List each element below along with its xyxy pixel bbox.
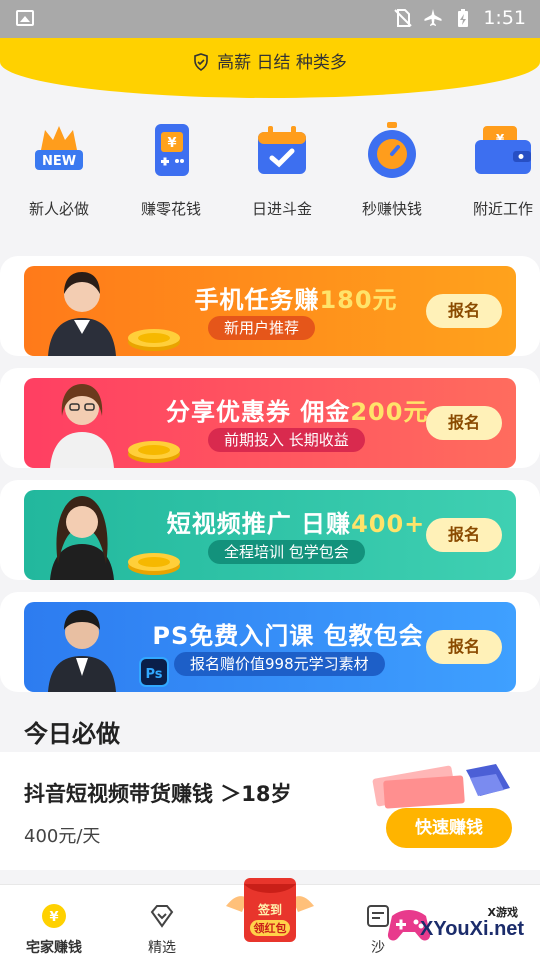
coin-stack-icon: [128, 441, 180, 463]
checkin-redpacket-button[interactable]: 签到 领红包: [222, 876, 318, 946]
promo-title: 手机任务赚180元: [194, 286, 398, 314]
category-daily-gold[interactable]: 日进斗金: [242, 120, 322, 219]
person-photo: [50, 384, 114, 468]
svg-text:领红包: 领红包: [253, 921, 287, 935]
yen-coin-icon: ¥: [42, 904, 66, 928]
category-label: 附近工作: [472, 200, 533, 218]
status-bar: 1:51: [0, 0, 540, 38]
top-banner-text: 高薪 日结 种类多: [217, 53, 347, 73]
person-photo: [48, 610, 116, 692]
svg-text:¥: ¥: [49, 910, 58, 925]
svg-text:¥: ¥: [167, 136, 176, 151]
category-quick-money[interactable]: 秒赚快钱: [352, 120, 432, 219]
tab-featured[interactable]: 精选: [122, 903, 202, 957]
calendar-check-icon: [252, 120, 312, 180]
watermark-domain: XYouXi.net: [420, 918, 525, 940]
promo-title: 短视频推广 日赚400+: [166, 510, 426, 538]
stopwatch-icon: [362, 120, 422, 180]
category-label: 秒赚快钱: [361, 200, 422, 218]
status-icons: 1:51: [393, 7, 526, 29]
promo-card[interactable]: Ps PS免费入门课 包教包会 报名赠价值998元学习素材 报名: [0, 592, 540, 692]
person-photo: [50, 496, 114, 580]
promo-subtitle: 报名赠价值998元学习素材: [174, 652, 385, 676]
promo-title: 分享优惠券 佣金200元: [166, 398, 429, 426]
shield-check-icon: [194, 53, 208, 71]
category-label: 新人必做: [28, 200, 89, 218]
coin-stack-icon: [128, 553, 180, 575]
wallet-icon: ¥: [473, 120, 533, 180]
promo-banner[interactable]: Ps PS免费入门课 包教包会 报名赠价值998元学习素材 报名: [24, 602, 516, 692]
promo-banner[interactable]: 分享优惠券 佣金200元 前期投入 长期收益 报名: [24, 378, 516, 468]
no-sim-icon: [394, 9, 413, 27]
person-photo: [48, 272, 116, 356]
signup-button[interactable]: 报名: [426, 518, 502, 552]
category-label: 赚零花钱: [140, 200, 201, 218]
status-time: 1:51: [483, 7, 526, 29]
tab-label: 宅家赚钱: [26, 940, 82, 956]
category-new-user[interactable]: NEW 新人必做: [19, 120, 99, 219]
promo-banner[interactable]: 短视频推广 日赚400+ 全程培训 包学包会 报名: [24, 490, 516, 580]
site-watermark: X游戏 XYouXi.net: [386, 896, 536, 956]
airplane-mode-icon: [424, 9, 442, 26]
tab-label: 精选: [148, 940, 176, 956]
promo-card[interactable]: 短视频推广 日赚400+ 全程培训 包学包会 报名: [0, 480, 540, 580]
top-banner: 高薪 日结 种类多: [0, 38, 540, 98]
svg-text:签到: 签到: [257, 902, 282, 917]
signup-button[interactable]: 报名: [426, 406, 502, 440]
category-nearby-jobs[interactable]: ¥ 附近工作: [463, 120, 540, 219]
diamond-icon: [150, 905, 174, 928]
category-pocket-money[interactable]: ¥ 赚零花钱: [131, 120, 211, 219]
svg-text:NEW: NEW: [42, 154, 76, 169]
redpacket-icon: 签到领红包: [226, 878, 314, 942]
battery-charging-icon: [458, 9, 469, 27]
image-notification-icon: [16, 10, 34, 26]
coin-stack-icon: [128, 329, 180, 351]
signup-button[interactable]: 报名: [426, 630, 502, 664]
promo-card[interactable]: 手机任务赚180元 新用户推荐 报名: [0, 256, 540, 356]
job-title: 抖音短视频带货赚钱 ＞18岁: [24, 782, 292, 806]
promo-subtitle: 前期投入 长期收益: [208, 428, 365, 452]
promo-subtitle: 全程培训 包学包会: [208, 540, 365, 564]
phone-yen-icon: ¥: [141, 120, 201, 180]
promo-card[interactable]: 分享优惠券 佣金200元 前期投入 长期收益 报名: [0, 368, 540, 468]
category-label: 日进斗金: [251, 200, 312, 218]
job-price: 400元/天: [24, 826, 101, 847]
svg-text:Ps: Ps: [145, 667, 162, 682]
crown-new-icon: NEW: [29, 120, 89, 180]
promo-subtitle: 新用户推荐: [208, 316, 316, 340]
signup-button[interactable]: 报名: [426, 294, 502, 328]
tab-home-earn[interactable]: ¥ 宅家赚钱: [14, 903, 94, 957]
quick-earn-button[interactable]: 快速赚钱: [386, 808, 512, 848]
promo-title: PS免费入门课 包教包会: [152, 622, 424, 650]
promo-banner[interactable]: 手机任务赚180元 新用户推荐 报名: [24, 266, 516, 356]
section-title: 今日必做: [24, 720, 120, 748]
category-grid: NEW 新人必做 ¥ 赚零花钱 日进斗金 秒赚快钱 ¥ 附近工作: [0, 120, 540, 230]
job-card[interactable]: 抖音短视频带货赚钱 ＞18岁 400元/天 快速赚钱: [0, 752, 540, 870]
